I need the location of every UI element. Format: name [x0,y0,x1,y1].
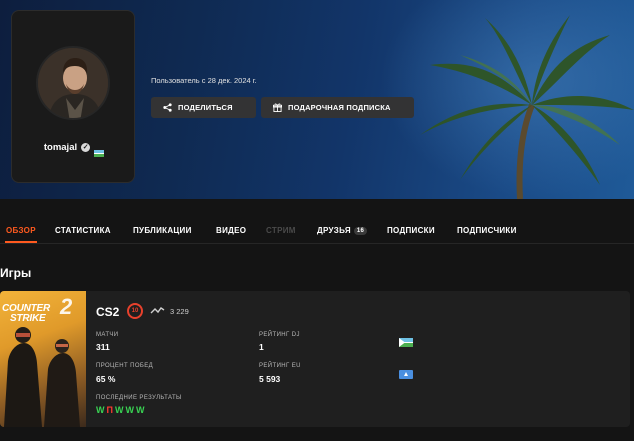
tab-friends[interactable]: ДРУЗЬЯ 16 [317,226,368,235]
tab-overview[interactable]: ОБЗОР [6,226,36,235]
gift-label: ПОДАРОЧНАЯ ПОДПИСКА [288,103,391,112]
username: tomajal [43,142,78,153]
member-since: Пользователь с 28 дек. 2024 г. [151,76,257,85]
tab-subscribers[interactable]: ПОДПИСЧИКИ [457,226,517,235]
rank-eu-value: 5 593 [259,374,281,384]
share-icon [163,103,172,112]
avatar-photo [38,48,108,118]
dj-flag-icon [399,338,413,347]
matches-label: МАТЧИ [96,332,119,338]
palm-tree-image [420,15,634,199]
rank-dj-value: 1 [259,342,264,352]
share-label: ПОДЕЛИТЬСЯ [178,103,233,112]
recent-results-label: ПОСЛЕДНИЕ РЕЗУЛЬТАТЫ [96,395,182,401]
profile-card: tomajal ✓ [11,10,135,183]
matches-value: 311 [96,342,110,352]
recent-results: W П W W W [96,405,144,415]
rank-eu-label: РЕЙТИНГ EU [259,363,301,369]
game-name: CS2 [96,305,120,319]
verified-icon: ✓ [81,143,91,152]
game-card-cs2[interactable]: COUNTER STRIKE 2 CS2 10 3 229 МАТЧИ 311 … [0,291,630,427]
tab-statistics[interactable]: СТАТИСТИКА [55,226,111,235]
tab-video[interactable]: ВИДЕО [216,226,246,235]
friends-count-badge: 16 [353,226,368,235]
result-item: W [114,405,124,415]
avatar[interactable] [36,46,110,120]
result-item: W [125,405,134,415]
result-item: П [106,405,113,415]
elo-trend-icon [150,307,165,314]
rank-dj-label: РЕЙТИНГ DJ [259,332,300,338]
flag-icon [94,144,105,157]
result-item: W [96,405,105,415]
winrate-label: ПРОЦЕНТ ПОБЕД [96,363,154,369]
active-tab-indicator [5,241,37,243]
result-item: W [135,405,145,415]
games-section-title: Игры [0,266,32,280]
gift-subscription-button[interactable]: ПОДАРОЧНАЯ ПОДПИСКА [261,97,414,118]
winrate-value: 65 % [96,374,116,384]
tab-stream: СТРИМ [266,226,296,235]
eu-region-icon [399,370,413,379]
share-button[interactable]: ПОДЕЛИТЬСЯ [151,97,256,118]
cover-title: COUNTER STRIKE 2 [2,294,73,324]
tab-publications[interactable]: ПУБЛИКАЦИИ [133,226,192,235]
skill-level-badge: 10 [127,303,143,319]
elo-value: 3 229 [170,307,189,316]
profile-tabs: ОБЗОР СТАТИСТИКА ПУБЛИКАЦИИ ВИДЕО СТРИМ … [0,199,634,244]
gift-icon [273,103,282,112]
tab-subscriptions[interactable]: ПОДПИСКИ [387,226,435,235]
game-cover[interactable]: COUNTER STRIKE 2 [0,291,86,427]
username-row: tomajal ✓ [12,142,136,157]
